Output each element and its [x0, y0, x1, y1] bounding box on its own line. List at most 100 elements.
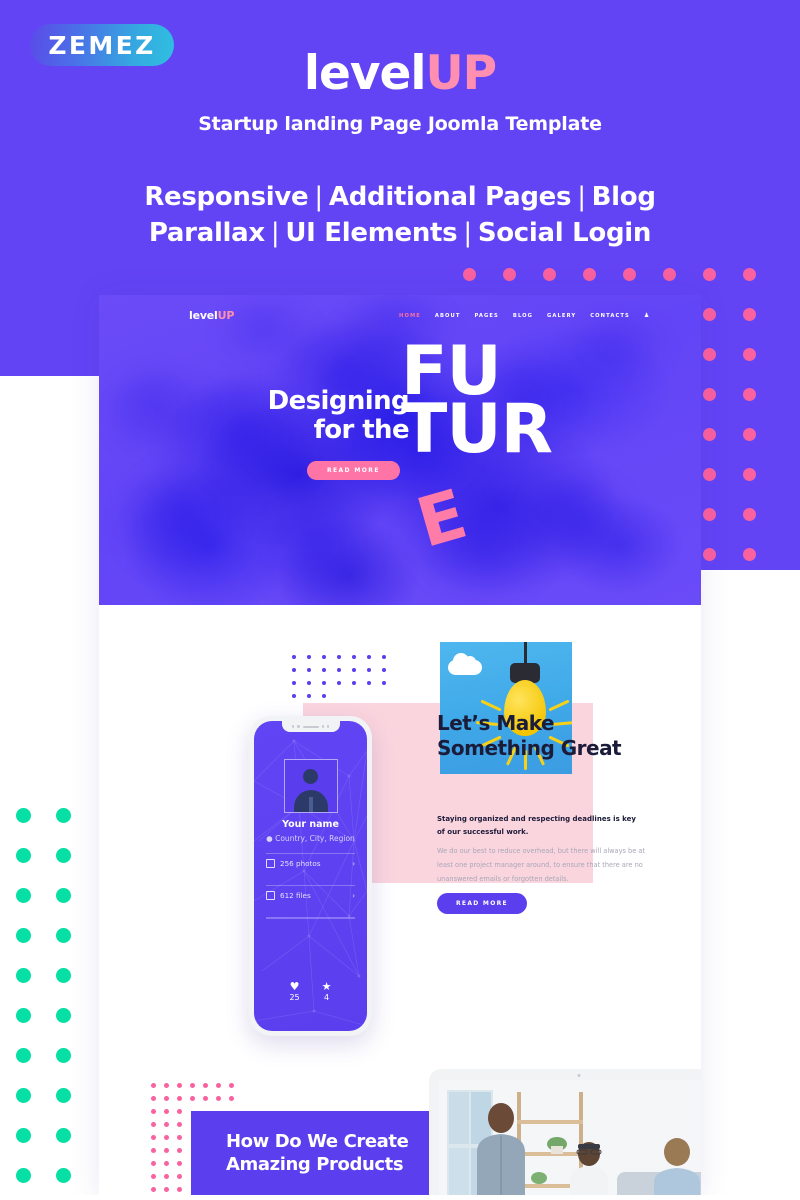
file-icon — [266, 891, 275, 900]
decorative-dot — [292, 655, 296, 659]
avatar-head — [303, 769, 318, 784]
decorative-dot — [352, 668, 356, 672]
decorative-dot — [177, 1148, 182, 1153]
phone-row-files[interactable]: 612 files › — [266, 885, 355, 905]
decorative-dot — [56, 1048, 71, 1063]
avatar-tie — [308, 797, 313, 812]
decorative-dot — [352, 655, 356, 659]
nav-item-blog[interactable]: BLOG — [513, 313, 533, 319]
decorative-dot — [151, 1109, 156, 1114]
decorative-dot — [322, 655, 326, 659]
decorative-dot — [16, 1168, 31, 1183]
decorative-dot — [743, 468, 756, 481]
site-nav-menu: HOME ABOUT PAGES BLOG GALERY CONTACTS ♟ — [399, 312, 689, 320]
feature-body-text: We do our best to reduce overhead, but t… — [437, 847, 645, 883]
feature-sep-2: | — [577, 182, 586, 212]
phone-row-photos[interactable]: 256 photos › — [266, 853, 355, 873]
decorative-dot — [56, 1088, 71, 1103]
phone-row-divider — [266, 917, 355, 919]
decorative-dot — [16, 848, 31, 863]
decorative-dot — [151, 1096, 156, 1101]
decorative-dot — [743, 388, 756, 401]
decorative-dot — [177, 1161, 182, 1166]
decorative-dot — [322, 668, 326, 672]
decorative-dot — [56, 928, 71, 943]
levelup-level-text: level — [303, 46, 427, 101]
decorative-dot — [307, 668, 311, 672]
feature-sep-4: | — [463, 217, 472, 248]
notch-dot-right — [321, 725, 324, 728]
decorative-dot — [292, 681, 296, 685]
decorative-dot — [56, 1008, 71, 1023]
decorative-dot — [292, 668, 296, 672]
decorative-dot — [543, 268, 556, 281]
star-icon: ★ — [321, 980, 332, 993]
avatar — [283, 759, 338, 813]
decorative-dot — [164, 1161, 169, 1166]
decorative-dot — [56, 1168, 71, 1183]
hero-kicker-line-1: Designing — [267, 386, 410, 416]
decorative-dot — [16, 1128, 31, 1143]
feature-additional-pages: Additional Pages — [328, 182, 572, 212]
decorative-dot — [151, 1161, 156, 1166]
decorative-dot — [16, 808, 31, 823]
site-nav-logo-up: UP — [217, 309, 235, 322]
decorative-dot — [292, 694, 296, 698]
decorative-dot — [164, 1187, 169, 1192]
decorative-dot — [503, 268, 516, 281]
decorative-dot — [743, 548, 756, 561]
decorative-dot — [337, 668, 341, 672]
decorative-dot — [743, 308, 756, 321]
nav-item-about[interactable]: ABOUT — [435, 313, 461, 319]
decorative-dot — [56, 1128, 71, 1143]
feature-read-more-button[interactable]: READ MORE — [437, 893, 527, 914]
decorative-dot — [177, 1135, 182, 1140]
phone-location-text: Country, City, Region — [275, 834, 355, 843]
ink-blob — [104, 370, 214, 460]
cloud-icon — [448, 653, 482, 675]
hero-read-more-button[interactable]: READ MORE — [307, 461, 400, 480]
nav-item-galery[interactable]: GALERY — [547, 313, 576, 319]
levelup-up-text: UP — [425, 46, 498, 101]
decorative-dot — [151, 1135, 156, 1140]
decorative-dot — [177, 1122, 182, 1127]
decorative-dot — [583, 268, 596, 281]
hero-headline-tur: TUR — [401, 390, 553, 470]
decorative-dot — [229, 1083, 234, 1088]
decorative-dot — [16, 888, 31, 903]
nav-item-home[interactable]: HOME — [399, 313, 421, 319]
decorative-dot — [56, 848, 71, 863]
decorative-dot — [367, 681, 371, 685]
nav-item-contacts[interactable]: CONTACTS — [590, 313, 630, 319]
levelup-wordmark: levelUP — [0, 50, 800, 97]
decorative-dot — [164, 1148, 169, 1153]
notch-dot-left — [291, 725, 295, 728]
decorative-dot — [151, 1122, 156, 1127]
feature-list: Responsive | Additional Pages | Blog Paralla… — [0, 180, 800, 252]
decorative-dot — [190, 1083, 195, 1088]
heart-icon: ♥ — [289, 980, 300, 993]
nav-item-pages[interactable]: PAGES — [475, 313, 499, 319]
feature-sep-3: | — [270, 217, 280, 248]
ink-blob — [119, 465, 259, 585]
decorative-dot — [703, 508, 716, 521]
decorative-dot — [16, 1088, 31, 1103]
decorative-dot — [307, 655, 311, 659]
decorative-dot — [56, 808, 71, 823]
feature-heading: Let’s Make Something Great — [437, 711, 622, 761]
decorative-dot — [151, 1148, 156, 1153]
phone-mockup: Your name ● Country, City, Region 256 ph… — [249, 716, 372, 1036]
site-nav-logo[interactable]: levelUP — [189, 309, 234, 322]
laptop-mockup — [429, 1069, 701, 1200]
phone-stat-likes[interactable]: ♥ 25 — [289, 980, 300, 1002]
user-icon[interactable]: ♟ — [644, 312, 649, 319]
phone-stats: ♥ 25 ★ 4 — [254, 980, 367, 1002]
screenshot-stage: ZEMEZ levelUP Startup landing Page Jooml… — [0, 0, 800, 1200]
decorative-dot — [703, 308, 716, 321]
decorative-dot — [382, 668, 386, 672]
hero-section: levelUP HOME ABOUT PAGES BLOG GALERY CON… — [99, 295, 701, 605]
decorative-dot — [229, 1096, 234, 1101]
decorative-dot — [352, 681, 356, 685]
phone-stat-stars[interactable]: ★ 4 — [321, 980, 332, 1002]
notch-speaker — [302, 725, 319, 728]
